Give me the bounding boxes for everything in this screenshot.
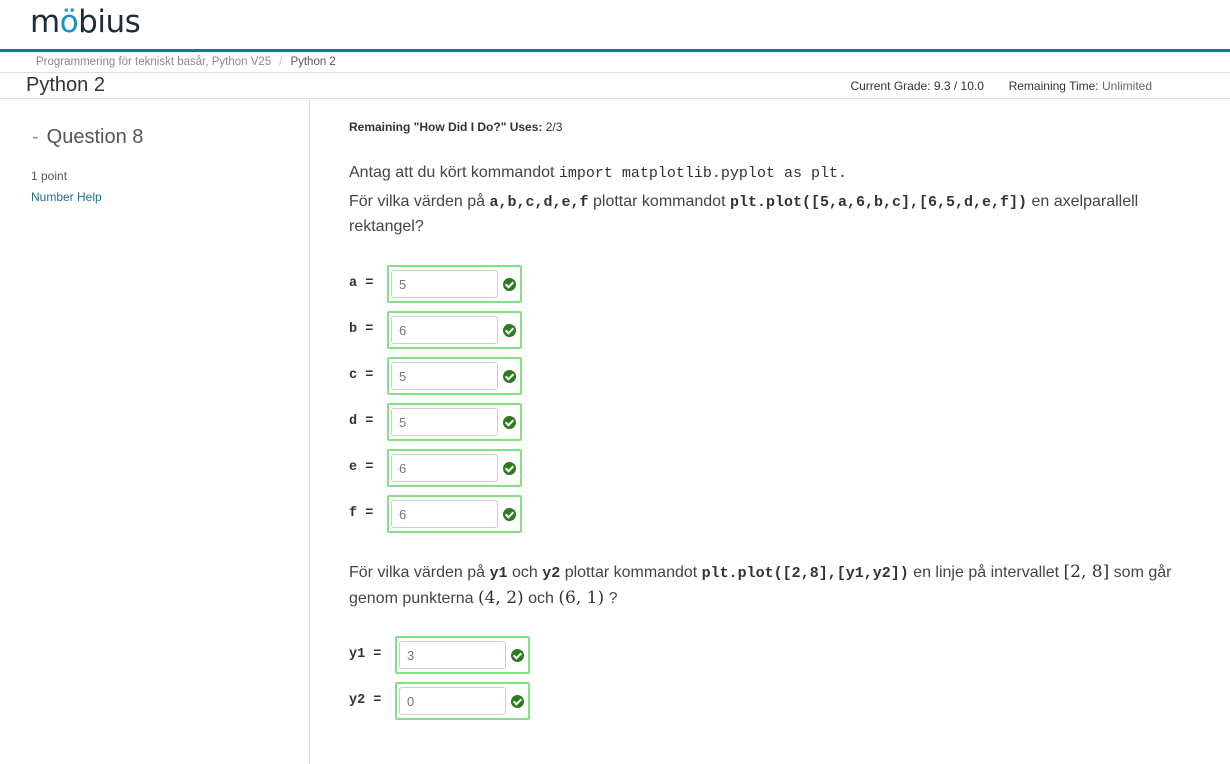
part2-var2: y2	[542, 565, 561, 582]
title-row: Python 2 Current Grade: 9.3 / 10.0 Remai…	[0, 73, 1230, 99]
answer-label: a =	[349, 276, 374, 291]
remaining-label: Remaining "How Did I Do?" Uses:	[349, 120, 543, 134]
part2-text-c: en linje på intervallet	[913, 564, 1060, 581]
answer-field-correct	[387, 357, 522, 395]
breadcrumb-current: Python 2	[290, 56, 336, 68]
answer-input[interactable]	[391, 270, 498, 298]
answer-input[interactable]	[391, 362, 498, 390]
time-value: Unlimited	[1101, 79, 1152, 93]
answer-input[interactable]	[391, 408, 498, 436]
answer-input[interactable]	[391, 316, 498, 344]
answer-input[interactable]	[391, 454, 498, 482]
answer-input[interactable]	[399, 641, 506, 669]
check-circle-icon	[511, 695, 524, 708]
top-header: möbius	[0, 0, 1230, 49]
check-circle-icon	[503, 324, 516, 337]
answer-field-correct	[387, 449, 522, 487]
answer-label: f =	[349, 506, 374, 521]
part2-point2: (6, 1)	[558, 588, 605, 608]
intro-text: Antag att du kört kommandot	[349, 164, 555, 181]
answer-field-correct	[387, 265, 522, 303]
answer-label: e =	[349, 460, 374, 475]
check-circle-icon	[503, 508, 516, 521]
time-label: Remaining Time:	[1008, 79, 1099, 93]
page-title: Python 2	[26, 74, 105, 96]
check-circle-icon	[503, 462, 516, 475]
grade-label: Current Grade:	[850, 79, 931, 93]
answer-label: y1 =	[349, 647, 382, 662]
part1-text-b: plottar kommandot	[593, 193, 726, 210]
answer-field-correct	[395, 636, 530, 674]
answer-field-correct	[387, 495, 522, 533]
answer-field-correct	[387, 403, 522, 441]
part2-text-b: plottar kommandot	[564, 564, 698, 581]
mobius-logo[interactable]: möbius	[30, 4, 141, 40]
breadcrumb-course-link[interactable]: Programmering för tekniskt basår, Python…	[36, 56, 271, 68]
check-circle-icon	[503, 370, 516, 383]
answer-field-correct	[387, 311, 522, 349]
breadcrumb-separator: /	[279, 56, 283, 68]
number-help-link[interactable]: Number Help	[31, 190, 102, 204]
grade-value: 9.3 / 10.0	[933, 79, 984, 93]
remaining-value: 2/3	[545, 120, 563, 134]
grade-info: Current Grade: 9.3 / 10.0 Remaining Time…	[850, 79, 1152, 93]
question-intro: Antag att du kört kommandot import matpl…	[349, 161, 1179, 186]
answer-field-correct	[395, 682, 530, 720]
how-did-i-do-remaining: Remaining "How Did I Do?" Uses: 2/3	[349, 120, 562, 134]
part2-code: plt.plot([2,8],[y1,y2])	[701, 565, 909, 582]
answer-label: d =	[349, 414, 374, 429]
question-points: 1 point	[31, 169, 68, 183]
question-heading: - Question 8	[32, 126, 143, 149]
part2-and2: och	[528, 590, 554, 607]
answer-input[interactable]	[399, 687, 506, 715]
part2-interval: [2, 8]	[1063, 562, 1110, 582]
check-circle-icon	[511, 649, 524, 662]
part2-text-a: För vilka värden på	[349, 564, 486, 581]
part2-var1: y1	[489, 565, 508, 582]
answer-label: y2 =	[349, 693, 382, 708]
answer-label: b =	[349, 322, 374, 337]
part2-point1: (4, 2)	[477, 588, 524, 608]
check-circle-icon	[503, 278, 516, 291]
part2-question-mark: ?	[608, 590, 618, 607]
part1-vars: a,b,c,d,e,f	[489, 194, 589, 211]
part1-text-a: För vilka värden på	[349, 193, 486, 210]
answer-input[interactable]	[391, 500, 498, 528]
answer-label: c =	[349, 368, 374, 383]
question-part1: För vilka värden på a,b,c,d,e,f plottar …	[349, 190, 1179, 239]
intro-code: import matplotlib.pyplot as plt.	[558, 165, 847, 182]
collapse-dash-icon: -	[32, 126, 39, 148]
check-circle-icon	[503, 416, 516, 429]
breadcrumb: Programmering för tekniskt basår, Python…	[0, 52, 1230, 73]
question-title: Question 8	[46, 126, 144, 148]
question-part2: För vilka värden på y1 och y2 plottar ko…	[349, 560, 1179, 611]
part2-and: och	[511, 564, 538, 581]
question-sidebar: - Question 8 1 point Number Help	[0, 99, 310, 764]
part1-code: plt.plot([5,a,6,b,c],[6,5,d,e,f])	[729, 194, 1028, 211]
